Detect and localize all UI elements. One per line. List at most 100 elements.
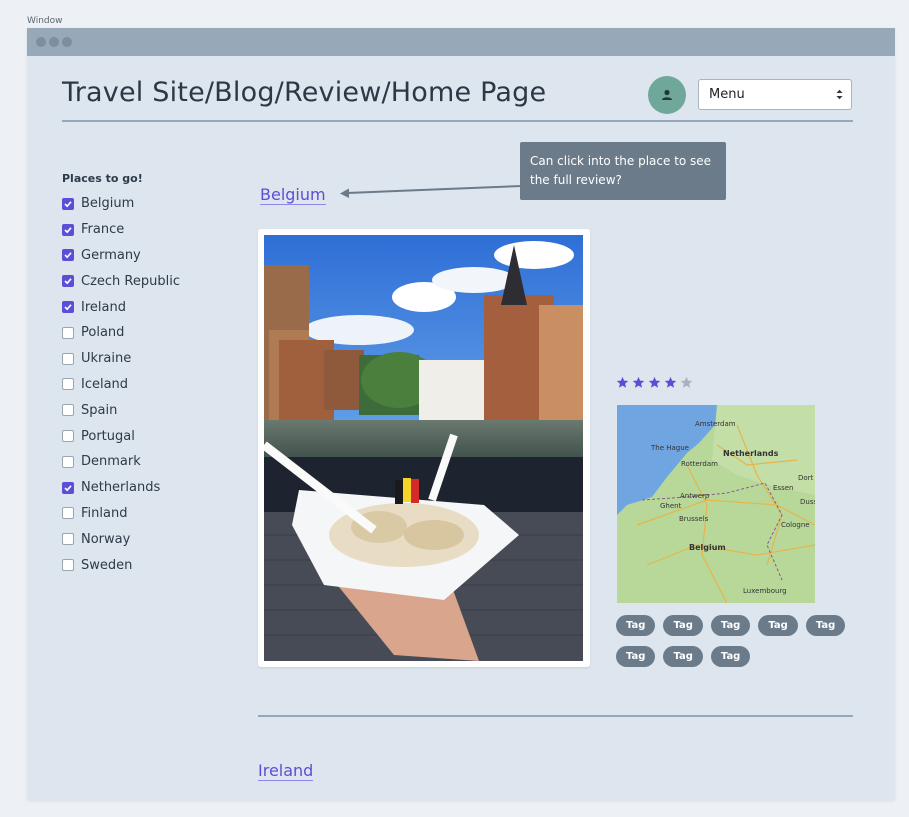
- place-checkbox-label: Germany: [81, 247, 141, 263]
- section-divider: [258, 715, 853, 717]
- tag-chip[interactable]: Tag: [758, 615, 798, 636]
- place-checkbox-row[interactable]: Iceland: [62, 372, 232, 398]
- checkbox-checked[interactable]: [62, 275, 74, 288]
- check-icon: [64, 304, 72, 311]
- checkbox-unchecked[interactable]: [62, 559, 74, 572]
- place-checkbox-row[interactable]: Ireland: [62, 294, 232, 320]
- checkbox-unchecked[interactable]: [62, 326, 74, 339]
- map-label: Cologne: [781, 521, 810, 529]
- checkbox-unchecked[interactable]: [62, 378, 74, 391]
- checkbox-checked[interactable]: [62, 223, 74, 236]
- checkbox-unchecked[interactable]: [62, 507, 74, 520]
- map-label: Essen: [773, 484, 793, 492]
- place-checkbox-label: Denmark: [81, 454, 141, 470]
- check-icon: [64, 278, 72, 285]
- place-checkbox-label: Finland: [81, 505, 128, 521]
- tag-chip[interactable]: Tag: [663, 646, 703, 667]
- map-label: The Hague: [650, 444, 689, 452]
- place-checkbox-row[interactable]: Denmark: [62, 449, 232, 475]
- place-checkbox-label: Ireland: [81, 299, 126, 315]
- place-checkbox-label: Iceland: [81, 376, 129, 392]
- checkbox-checked[interactable]: [62, 481, 74, 494]
- map-label: Dort: [798, 474, 814, 482]
- checkbox-unchecked[interactable]: [62, 430, 74, 443]
- map-label: Ghent: [660, 502, 682, 510]
- place-checkbox-label: Portugal: [81, 428, 135, 444]
- star-filled-icon: [648, 376, 661, 388]
- callout-arrow: [340, 185, 523, 198]
- tag-list: Tag Tag Tag Tag Tag Tag Tag Tag: [616, 615, 846, 677]
- place-checkbox-label: Netherlands: [81, 480, 161, 496]
- place-checkbox-label: Sweden: [81, 557, 133, 573]
- tag-chip[interactable]: Tag: [710, 615, 751, 636]
- location-map[interactable]: Amsterdam The Hague Rotterdam Netherland…: [617, 405, 815, 603]
- places-checklist: Belgium France Germany Czech Republic Irelan…: [62, 191, 232, 578]
- place-checkbox-row[interactable]: Poland: [62, 320, 232, 346]
- checkbox-unchecked[interactable]: [62, 404, 74, 417]
- place-checkbox-label: Norway: [81, 531, 131, 547]
- place-checkbox-label: France: [81, 222, 125, 238]
- place-checkbox-row[interactable]: Ukraine: [62, 346, 232, 372]
- header-divider: [62, 120, 853, 122]
- window-close-dot[interactable]: [36, 37, 46, 47]
- place-checkbox-label: Spain: [81, 402, 118, 418]
- tag-chip[interactable]: Tag: [616, 615, 656, 636]
- star-empty-icon: [680, 376, 693, 388]
- user-icon: [662, 89, 672, 100]
- map-label: Duss: [800, 498, 815, 506]
- window-label: Window: [27, 16, 63, 26]
- review-photo-card[interactable]: [258, 229, 590, 667]
- place-checkbox-row[interactable]: Finland: [62, 501, 232, 527]
- checkbox-unchecked[interactable]: [62, 533, 74, 546]
- window-maximize-dot[interactable]: [62, 37, 72, 47]
- place-checkbox-row[interactable]: Czech Republic: [62, 268, 232, 294]
- place-checkbox-label: Poland: [81, 325, 125, 341]
- place-link-belgium[interactable]: Belgium: [260, 185, 326, 205]
- star-filled-icon: [664, 376, 677, 388]
- avatar[interactable]: [648, 76, 686, 114]
- tag-chip[interactable]: Tag: [616, 646, 656, 667]
- tag-chip[interactable]: Tag: [805, 615, 846, 636]
- star-filled-icon: [632, 376, 645, 388]
- browser-window: Travel Site/Blog/Review/Home Page Menu P…: [27, 28, 895, 800]
- check-icon: [64, 201, 72, 208]
- place-checkbox-row[interactable]: Norway: [62, 526, 232, 552]
- page-title: Travel Site/Blog/Review/Home Page: [62, 77, 547, 108]
- place-checkbox-row[interactable]: Belgium: [62, 191, 232, 217]
- annotation-callout: Can click into the place to see the full…: [520, 142, 726, 200]
- map-label: Brussels: [679, 515, 709, 523]
- place-checkbox-label: Czech Republic: [81, 273, 180, 289]
- place-checkbox-label: Belgium: [81, 196, 135, 212]
- menu-dropdown-label: Menu: [709, 87, 745, 102]
- star-filled-icon: [616, 376, 629, 388]
- place-checkbox-row[interactable]: Germany: [62, 243, 232, 269]
- check-icon: [64, 484, 72, 492]
- checkbox-checked[interactable]: [62, 197, 74, 210]
- place-checkbox-row[interactable]: Netherlands: [62, 475, 232, 501]
- rating-stars: [616, 376, 693, 389]
- tag-chip[interactable]: Tag: [663, 615, 703, 636]
- map-label: Antwerp: [680, 492, 710, 500]
- place-checkbox-row[interactable]: France: [62, 217, 232, 243]
- menu-dropdown[interactable]: Menu: [698, 79, 852, 110]
- checkbox-unchecked[interactable]: [62, 352, 74, 365]
- place-checkbox-row[interactable]: Portugal: [62, 423, 232, 449]
- map-label: Belgium: [689, 543, 726, 552]
- checkbox-checked[interactable]: [62, 249, 74, 262]
- select-arrows-icon: [836, 89, 843, 100]
- checkbox-unchecked[interactable]: [62, 455, 74, 468]
- check-icon: [64, 226, 72, 234]
- place-checkbox-row[interactable]: Spain: [62, 397, 232, 423]
- tag-chip[interactable]: Tag: [710, 646, 751, 667]
- review-photo: [264, 235, 583, 661]
- checkbox-checked[interactable]: [62, 301, 74, 314]
- map-label: Luxembourg: [743, 587, 787, 595]
- map-label: Netherlands: [723, 449, 779, 458]
- window-minimize-dot[interactable]: [49, 37, 59, 47]
- check-icon: [64, 252, 72, 259]
- place-link-ireland[interactable]: Ireland: [258, 761, 314, 781]
- place-checkbox-label: Ukraine: [81, 351, 132, 367]
- place-checkbox-row[interactable]: Sweden: [62, 552, 232, 578]
- sidebar-title: Places to go!: [62, 172, 143, 185]
- window-titlebar: [27, 28, 895, 56]
